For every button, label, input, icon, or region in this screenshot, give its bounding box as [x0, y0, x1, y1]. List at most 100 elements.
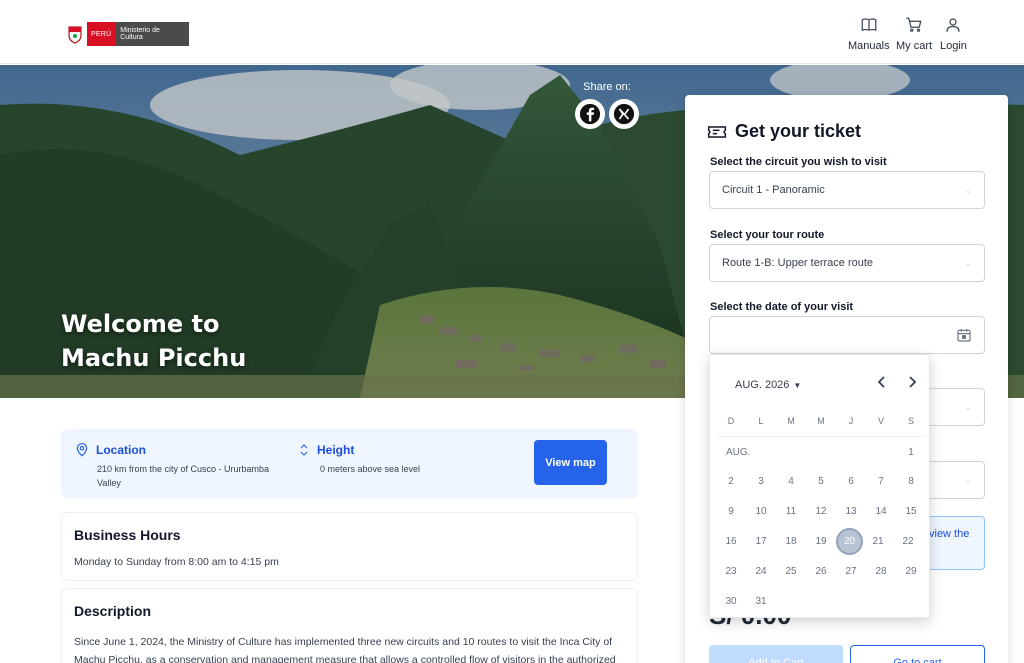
month-selector[interactable]: AUG. 2026 ▼ — [735, 379, 801, 391]
facebook-icon — [579, 103, 601, 125]
calendar-day[interactable]: 23 — [716, 556, 746, 586]
weekday-label: D — [727, 416, 735, 426]
calendar-day[interactable]: 5 — [806, 466, 836, 496]
calendar-day[interactable]: 1 — [896, 437, 926, 467]
calendar-day[interactable]: 31 — [746, 586, 776, 616]
date-picker-popup: AUG. 2026 ▼ D L M M J V S AUG. 1 2345678… — [709, 354, 930, 618]
share-section: Share on: — [574, 81, 640, 129]
calendar-first-row: AUG. 1 — [716, 436, 926, 466]
calendar-day[interactable]: 16 — [716, 526, 746, 556]
date-label: Select the date of your visit — [710, 301, 854, 313]
facebook-share-button[interactable] — [575, 99, 605, 129]
next-month-button[interactable] — [906, 375, 918, 394]
calendar-day[interactable]: 28 — [866, 556, 896, 586]
cart-icon — [906, 17, 922, 32]
nav-login[interactable]: Login — [940, 16, 967, 52]
coat-of-arms-icon — [66, 23, 84, 45]
calendar-week-row: 2345678 — [716, 466, 926, 496]
calendar-day[interactable]: 4 — [776, 466, 806, 496]
map-pin-icon — [76, 443, 88, 457]
user-icon — [946, 18, 961, 32]
ticket-title: Get your ticket — [707, 121, 861, 142]
logo-country-text: PERÚ — [87, 22, 116, 46]
calendar-empty-cell — [866, 586, 896, 616]
calendar-day[interactable]: 19 — [806, 526, 836, 556]
calendar-week-row: 30 31 — [716, 586, 926, 616]
calendar-empty-cell — [896, 586, 926, 616]
calendar-day[interactable]: 12 — [806, 496, 836, 526]
business-hours-text: Monday to Sunday from 8:00 am to 4:15 pm — [74, 556, 279, 568]
chevron-down-icon: ⌄ — [964, 401, 972, 412]
calendar-day[interactable]: 29 — [896, 556, 926, 586]
nav-login-label: Login — [940, 40, 967, 52]
ticket-icon — [707, 125, 727, 138]
height-title: Height — [317, 443, 355, 457]
calendar-day[interactable]: 27 — [836, 556, 866, 586]
calendar-day[interactable]: 25 — [776, 556, 806, 586]
calendar-day-selected[interactable]: 20 — [836, 527, 863, 555]
x-share-button[interactable] — [609, 99, 639, 129]
weekday-label: J — [848, 416, 854, 426]
nav-manuals[interactable]: Manuals — [848, 16, 890, 52]
weekday-label: M — [787, 416, 795, 426]
calendar-day[interactable]: 2 — [716, 466, 746, 496]
calendar-day[interactable]: 26 — [806, 556, 836, 586]
view-map-button[interactable]: View map — [534, 440, 607, 485]
circuit-label: Select the circuit you wish to visit — [710, 156, 887, 168]
description-card: Description Since June 1, 2024, the Mini… — [61, 588, 638, 663]
weekday-label: M — [817, 416, 825, 426]
share-label: Share on: — [583, 81, 631, 93]
calendar-day[interactable]: 7 — [866, 466, 896, 496]
weekday-label: V — [877, 416, 884, 426]
business-hours-card: Business Hours Monday to Sunday from 8:0… — [61, 512, 638, 581]
ministry-logo[interactable]: PERÚ Ministerio de Cultura — [66, 22, 190, 46]
calendar-day[interactable]: 10 — [746, 496, 776, 526]
height-info: Height 0 meters above sea level — [298, 442, 420, 476]
nav-my-cart[interactable]: My cart — [896, 16, 932, 52]
calendar-day[interactable]: 30 — [716, 586, 746, 616]
month-label: AUG. 2026 — [735, 379, 790, 391]
calendar-empty-cell — [776, 586, 806, 616]
calendar-day[interactable]: 22 — [893, 526, 923, 556]
chevron-left-icon — [877, 376, 885, 388]
calendar-day[interactable]: 14 — [866, 496, 896, 526]
weekday-label: L — [758, 416, 764, 426]
calendar-day[interactable]: 21 — [863, 526, 893, 556]
weekday-header-row: D L M M J V S — [716, 406, 926, 436]
calendar-day[interactable]: 18 — [776, 526, 806, 556]
site-header: PERÚ Ministerio de Cultura Manuals My ca… — [0, 0, 1024, 64]
ticket-title-text: Get your ticket — [735, 121, 862, 141]
chevron-down-icon: ⌄ — [964, 257, 972, 268]
calendar-day[interactable]: 13 — [836, 496, 866, 526]
calendar-empty-cell — [836, 586, 866, 616]
calendar-day[interactable]: 24 — [746, 556, 776, 586]
circuit-select[interactable]: Circuit 1 - Panoramic ⌄ — [709, 171, 985, 209]
logo-ministry-text: Ministerio de Cultura — [115, 22, 190, 46]
calendar-day[interactable]: 17 — [746, 526, 776, 556]
business-hours-title: Business Hours — [74, 527, 181, 543]
calendar-day[interactable]: 15 — [896, 496, 926, 526]
calendar-day[interactable]: 6 — [836, 466, 866, 496]
calendar-icon — [957, 329, 971, 342]
add-to-cart-button[interactable]: Add to Cart — [709, 645, 843, 663]
description-text: Since June 1, 2024, the Ministry of Cult… — [74, 636, 616, 663]
date-input[interactable] — [709, 316, 985, 354]
go-to-cart-button[interactable]: Go to cart — [850, 645, 985, 663]
hero-title-line2: Machu Picchu — [61, 344, 247, 372]
prev-month-button[interactable] — [876, 375, 888, 394]
route-select-value: Route 1-B: Upper terrace route — [722, 257, 874, 269]
calendar-day[interactable]: 3 — [746, 466, 776, 496]
chevron-down-icon: ⌄ — [964, 184, 972, 195]
location-info: Location 210 km from the city of Cusco -… — [75, 442, 287, 490]
calendar-week-row: 9 10 11 12 13 14 15 — [716, 496, 926, 526]
vertical-arrows-icon — [300, 444, 308, 456]
route-label: Select your tour route — [710, 229, 825, 241]
calendar-day[interactable]: 8 — [896, 466, 926, 496]
circuit-select-value: Circuit 1 - Panoramic — [722, 184, 825, 196]
route-select[interactable]: Route 1-B: Upper terrace route ⌄ — [709, 244, 985, 282]
info-strip: Location 210 km from the city of Cusco -… — [61, 429, 638, 498]
calendar-day[interactable]: 9 — [716, 496, 746, 526]
calendar-day[interactable]: 11 — [776, 496, 806, 526]
location-text: 210 km from the city of Cusco - Ururbamb… — [97, 464, 270, 488]
chevron-right-icon — [909, 376, 917, 388]
